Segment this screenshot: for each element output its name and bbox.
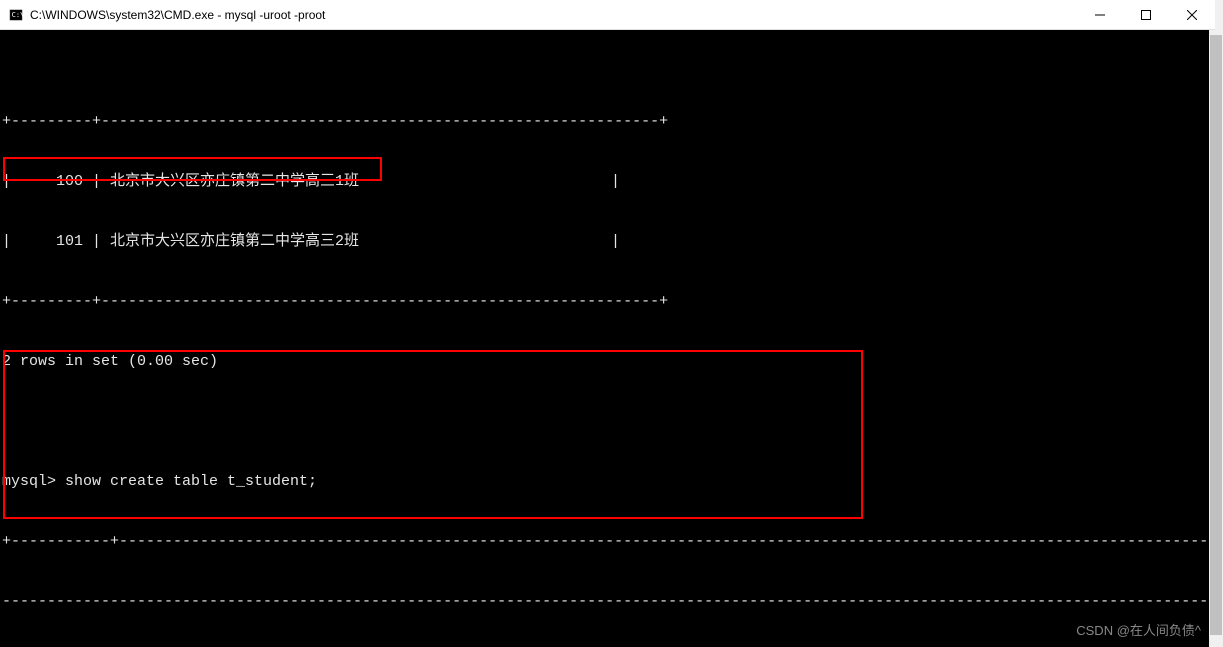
output-line: | 101 | 北京市大兴区亦庄镇第二中学高三2班 |: [2, 232, 1215, 252]
scrollbar[interactable]: [1209, 30, 1223, 647]
window-title: C:\WINDOWS\system32\CMD.exe - mysql -uro…: [30, 8, 1077, 22]
close-button[interactable]: [1169, 0, 1215, 29]
terminal-content: +---------+-----------------------------…: [2, 72, 1215, 647]
svg-text:C:\: C:\: [12, 10, 23, 18]
terminal[interactable]: +---------+-----------------------------…: [0, 30, 1215, 647]
window: C:\ C:\WINDOWS\system32\CMD.exe - mysql …: [0, 0, 1215, 647]
output-line: 2 rows in set (0.00 sec): [2, 352, 1215, 372]
minimize-button[interactable]: [1077, 0, 1123, 29]
output-line: ----------------------------------------…: [2, 592, 1215, 612]
output-line: +-----------+---------------------------…: [2, 532, 1215, 552]
window-controls: [1077, 0, 1215, 29]
titlebar: C:\ C:\WINDOWS\system32\CMD.exe - mysql …: [0, 0, 1215, 30]
output-line: | 100 | 北京市大兴区亦庄镇第二中学高三1班 |: [2, 172, 1215, 192]
output-line: +---------+-----------------------------…: [2, 292, 1215, 312]
output-line: +---------+-----------------------------…: [2, 112, 1215, 132]
command-line: mysql> show create table t_student;: [2, 472, 1215, 492]
scrollbar-thumb[interactable]: [1210, 35, 1222, 635]
maximize-button[interactable]: [1123, 0, 1169, 29]
watermark: CSDN @在人间负债^: [1076, 620, 1201, 639]
cmd-icon: C:\: [8, 7, 24, 23]
output-line: [2, 412, 1215, 432]
